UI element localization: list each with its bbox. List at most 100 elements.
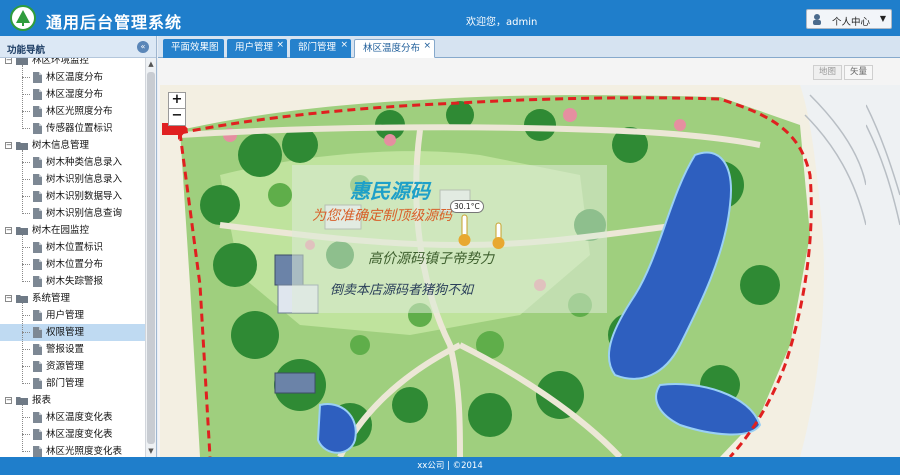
sidebar: 功能导航 « − 林区环境监控 林区温度分布 林区湿度分布 林区光照度分布 传感器位置标识… <box>0 36 157 457</box>
folder-icon <box>16 227 28 235</box>
tab-label: 平面效果图 <box>171 42 219 53</box>
sidebar-item-label: 传感器位置标识 <box>46 123 113 134</box>
tree-connector <box>22 94 30 95</box>
sidebar-item-label: 林区温度变化表 <box>46 412 113 423</box>
zoom-out-button[interactable]: − <box>168 109 186 126</box>
tree-connector <box>22 162 30 163</box>
sidebar-item-label: 树木种类信息录入 <box>46 157 123 168</box>
tab-0[interactable]: 平面效果图 <box>163 39 224 58</box>
tree-guide-line <box>22 303 23 384</box>
watermark-line-3: 倒卖本店源码者猪狗不如 <box>330 283 474 298</box>
sidebar-item-label: 警报设置 <box>46 344 85 355</box>
tab-bar: 平面效果图 用户管理 × 部门管理 × 林区温度分布 × <box>158 36 900 58</box>
sidebar-item-label: 用户管理 <box>46 310 85 321</box>
sidebar-header: 功能导航 « <box>0 36 156 58</box>
document-icon <box>33 191 42 202</box>
tab-3[interactable]: 林区温度分布 × <box>354 39 435 58</box>
tab-label: 林区温度分布 <box>363 43 421 54</box>
document-icon <box>33 310 42 321</box>
map-type-vector-button[interactable]: 矢量 <box>844 65 874 80</box>
document-icon <box>33 412 42 423</box>
tree-collapse-icon[interactable]: − <box>5 295 12 302</box>
tree-connector <box>22 383 30 384</box>
watermark-line-2: 高价源码镇子帝势力 <box>368 251 494 267</box>
sidebar-group-label: 树木信息管理 <box>32 140 90 151</box>
scroll-down-icon[interactable]: ▼ <box>146 445 156 457</box>
document-icon <box>33 361 42 372</box>
document-icon <box>33 327 42 338</box>
tab-2[interactable]: 部门管理 × <box>290 39 351 58</box>
tab-label: 部门管理 <box>298 42 337 53</box>
watermark-line-1: 为您准确定制顶级源码 <box>312 208 452 224</box>
document-icon <box>33 259 42 270</box>
close-tab-icon[interactable]: × <box>340 36 348 54</box>
sidebar-item-label: 林区湿度变化表 <box>46 429 113 440</box>
tree-collapse-icon[interactable]: − <box>5 397 12 404</box>
sidebar-item-label: 林区光照度分布 <box>46 106 113 117</box>
sidebar-group-label: 树木在园监控 <box>32 225 90 236</box>
user-center-label: 个人中心 <box>832 17 871 28</box>
tab-label: 用户管理 <box>235 42 274 53</box>
tree-connector <box>22 451 30 452</box>
tab-1[interactable]: 用户管理 × <box>227 39 287 58</box>
tree-collapse-icon[interactable]: − <box>5 227 12 234</box>
sidebar-group-label: 系统管理 <box>32 293 71 304</box>
logo-icon <box>10 5 36 31</box>
document-icon <box>33 174 42 185</box>
document-icon <box>33 157 42 168</box>
thermometer-marker-icon[interactable] <box>454 213 514 251</box>
welcome-text: 欢迎您，admin <box>466 17 538 28</box>
forest-map[interactable]: + − 惠民源码 为您准确定制顶级源码 高价源码镇子帝势力 倒卖本店源码者猪狗不… <box>160 85 866 457</box>
tree-connector <box>22 281 30 282</box>
tree-connector <box>22 77 30 78</box>
tree-connector <box>22 247 30 248</box>
document-icon <box>33 344 42 355</box>
tree-collapse-icon[interactable]: − <box>5 58 12 64</box>
sidebar-item-label: 林区湿度分布 <box>46 89 104 100</box>
watermark-brand: 惠民源码 <box>350 179 430 203</box>
tree-connector <box>22 417 30 418</box>
app-title: 通用后台管理系统 <box>46 13 183 32</box>
tree-connector <box>22 128 30 129</box>
tree-guide-line <box>22 150 23 214</box>
document-icon <box>33 429 42 440</box>
document-icon <box>33 446 42 457</box>
sidebar-item-label: 树木识别信息录入 <box>46 174 123 185</box>
tree-connector <box>22 434 30 435</box>
tree-guide-line <box>22 235 23 282</box>
user-center-dropdown[interactable]: 个人中心 ▼ <box>806 9 892 29</box>
zoom-in-button[interactable]: + <box>168 92 186 109</box>
map-type-map-button[interactable]: 地图 <box>813 65 843 80</box>
tree-connector <box>22 264 30 265</box>
scroll-up-icon[interactable]: ▲ <box>146 58 156 70</box>
close-tab-icon[interactable]: × <box>276 36 284 54</box>
tree-connector <box>22 315 30 316</box>
tree-guide-line <box>22 65 23 129</box>
folder-icon <box>16 397 28 405</box>
tree-connector <box>22 349 30 350</box>
temperature-label: 30.1°C <box>450 200 484 213</box>
sidebar-item-label: 树木识别信息查询 <box>46 208 123 219</box>
sidebar-item-label: 树木识别数据导入 <box>46 191 123 202</box>
caret-down-icon: ▼ <box>879 14 886 23</box>
close-tab-icon[interactable]: × <box>423 37 431 55</box>
tree-connector <box>22 196 30 197</box>
sidebar-scrollbar[interactable]: ▲ ▼ <box>145 58 156 457</box>
tree-collapse-icon[interactable]: − <box>5 142 12 149</box>
sidebar-item-label: 树木位置分布 <box>46 259 104 270</box>
sidebar-item-label: 树木失踪警报 <box>46 276 104 287</box>
folder-icon <box>16 58 28 65</box>
tree-connector <box>22 179 30 180</box>
document-icon <box>33 89 42 100</box>
app-header: 通用后台管理系统 欢迎您，admin 个人中心 ▼ <box>0 0 900 36</box>
document-icon <box>33 378 42 389</box>
tree-connector <box>22 332 30 333</box>
road-lines-decoration <box>866 104 900 226</box>
content-area: 地图 矢量 + − 惠民源码 为您准确定制顶级源码 高价源码镇子帝势力 倒卖本店… <box>158 58 900 457</box>
sidebar-item-label: 权限管理 <box>46 327 85 338</box>
user-avatar-icon <box>813 14 821 25</box>
zoom-control: + − <box>168 92 186 126</box>
sidebar-item-label: 林区光照度变化表 <box>46 446 123 457</box>
scroll-thumb[interactable] <box>147 72 155 444</box>
collapse-sidebar-icon[interactable]: « <box>137 41 149 53</box>
